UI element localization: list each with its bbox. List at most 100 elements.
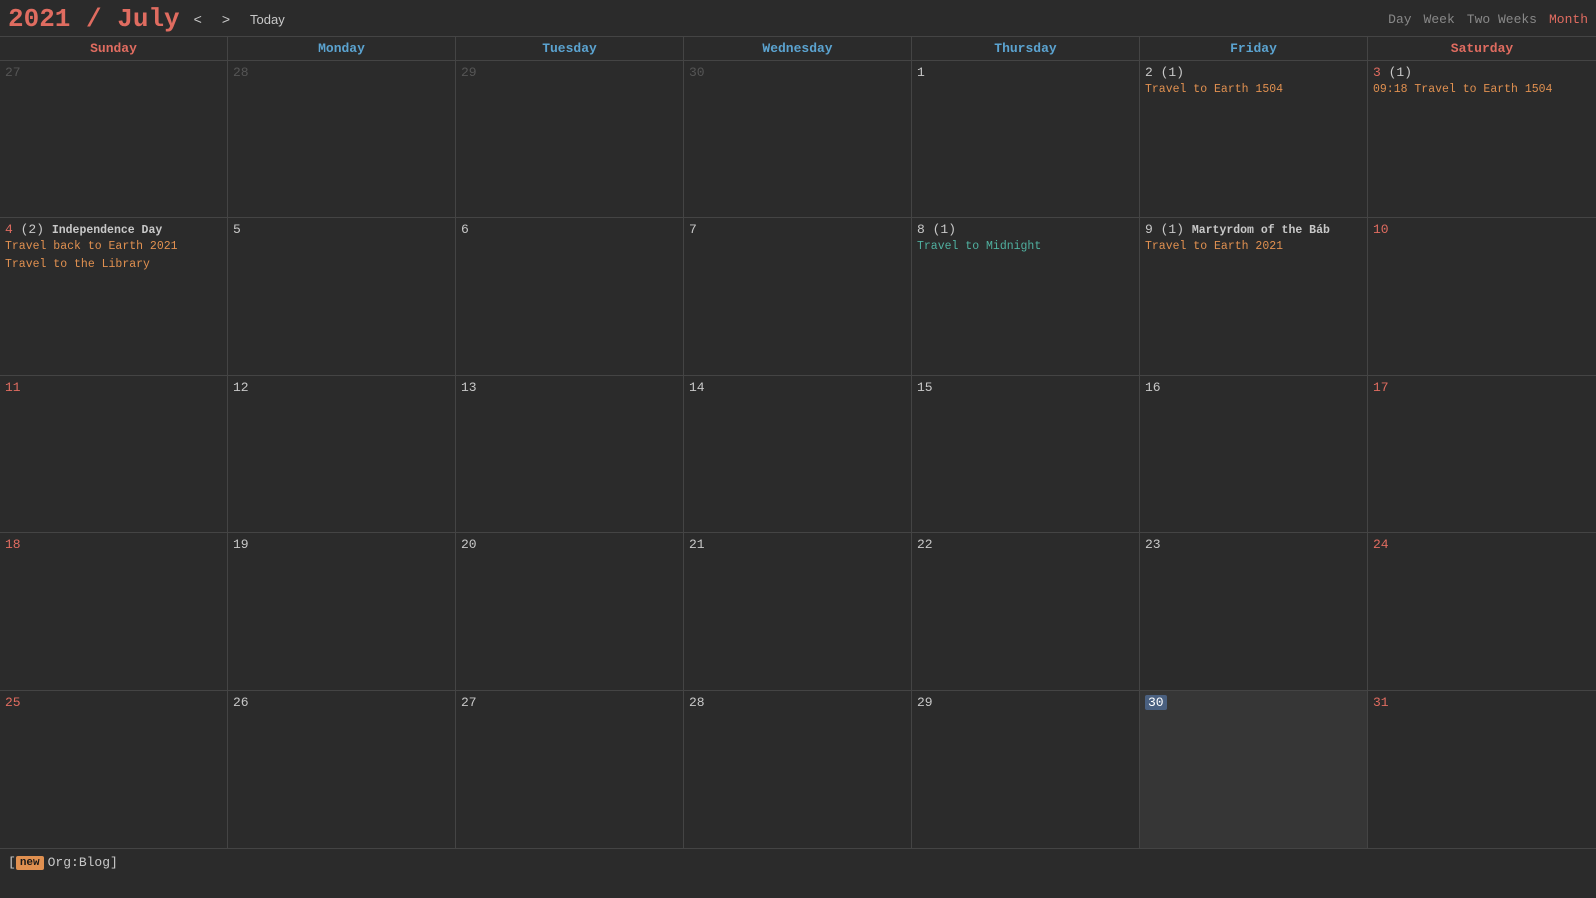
day-number: 9 <box>1145 222 1153 237</box>
cell-jul8[interactable]: 8 (1) Travel to Midnight <box>912 218 1140 374</box>
cell-jul25[interactable]: 25 <box>0 691 228 848</box>
day-number: 6 <box>461 222 469 237</box>
day-number: 5 <box>233 222 241 237</box>
footer-bracket-open: [ <box>8 855 16 870</box>
cell-jul7[interactable]: 7 <box>684 218 912 374</box>
day-number: 15 <box>917 380 933 395</box>
cell-jul17[interactable]: 17 <box>1368 376 1596 532</box>
day-number: 7 <box>689 222 697 237</box>
week-4: 18 19 20 21 22 23 24 <box>0 533 1596 690</box>
header-saturday: Saturday <box>1368 37 1596 60</box>
cell-jul19[interactable]: 19 <box>228 533 456 689</box>
today-button[interactable]: Today <box>244 10 291 29</box>
cell-jul3[interactable]: 3 (1) 09:18 Travel to Earth 1504 <box>1368 61 1596 217</box>
day-number: 21 <box>689 537 705 552</box>
event-count: (1) <box>1161 65 1184 80</box>
cell-jul23[interactable]: 23 <box>1140 533 1368 689</box>
day-number: 3 <box>1373 65 1381 80</box>
day-number: 12 <box>233 380 249 395</box>
view-month-button[interactable]: Month <box>1549 12 1588 27</box>
day-number: 17 <box>1373 380 1389 395</box>
day-number-today: 30 <box>1145 695 1167 710</box>
day-headers: Sunday Monday Tuesday Wednesday Thursday… <box>0 36 1596 61</box>
cell-jul18[interactable]: 18 <box>0 533 228 689</box>
cell-jul29[interactable]: 29 <box>912 691 1140 848</box>
day-number: 29 <box>917 695 933 710</box>
day-number: 19 <box>233 537 249 552</box>
calendar: Sunday Monday Tuesday Wednesday Thursday… <box>0 36 1596 848</box>
cell-jul12[interactable]: 12 <box>228 376 456 532</box>
header-left: 2021 / July < > Today <box>8 4 291 34</box>
calendar-title: 2021 / July <box>8 4 180 34</box>
day-number: 28 <box>689 695 705 710</box>
cell-jun30[interactable]: 30 <box>684 61 912 217</box>
view-controls: Day Week Two Weeks Month <box>1388 12 1588 27</box>
day-number: 4 <box>5 222 13 237</box>
day-number: 18 <box>5 537 21 552</box>
view-week-button[interactable]: Week <box>1424 12 1455 27</box>
day-number: 31 <box>1373 695 1389 710</box>
cell-jul16[interactable]: 16 <box>1140 376 1368 532</box>
calendar-grid: 27 28 29 30 1 2 (1) Travel to Earth 1504… <box>0 61 1596 848</box>
cell-jul1[interactable]: 1 <box>912 61 1140 217</box>
day-number: 28 <box>233 65 249 80</box>
week-2: 4 (2) Independence Day Travel back to Ea… <box>0 218 1596 375</box>
cell-jul10[interactable]: 10 <box>1368 218 1596 374</box>
view-day-button[interactable]: Day <box>1388 12 1411 27</box>
event-travel-earth-1504-sat[interactable]: 09:18 Travel to Earth 1504 <box>1373 82 1591 98</box>
footer: [ new Org:Blog] <box>0 848 1596 876</box>
cell-jun29[interactable]: 29 <box>456 61 684 217</box>
cell-jul9[interactable]: 9 (1) Martyrdom of the Báb Travel to Ear… <box>1140 218 1368 374</box>
day-number: 1 <box>917 65 925 80</box>
day-number: 30 <box>689 65 705 80</box>
day-number: 23 <box>1145 537 1161 552</box>
title-year: 2021 <box>8 4 70 34</box>
prev-button[interactable]: < <box>188 9 208 29</box>
event-label: Martyrdom of the Báb <box>1192 224 1330 237</box>
header-monday: Monday <box>228 37 456 60</box>
event-travel-earth-2021[interactable]: Travel to Earth 2021 <box>1145 239 1362 255</box>
cell-jul6[interactable]: 6 <box>456 218 684 374</box>
day-number: 27 <box>461 695 477 710</box>
day-number: 8 <box>917 222 925 237</box>
cell-jun28[interactable]: 28 <box>228 61 456 217</box>
event-travel-back-earth[interactable]: Travel back to Earth 2021 <box>5 239 222 255</box>
cell-jul24[interactable]: 24 <box>1368 533 1596 689</box>
event-travel-midnight[interactable]: Travel to Midnight <box>917 239 1134 255</box>
event-travel-library[interactable]: Travel to the Library <box>5 257 222 273</box>
cell-jul14[interactable]: 14 <box>684 376 912 532</box>
cell-jun27[interactable]: 27 <box>0 61 228 217</box>
next-button[interactable]: > <box>216 9 236 29</box>
cell-jul28[interactable]: 28 <box>684 691 912 848</box>
day-number: 24 <box>1373 537 1389 552</box>
day-number: 11 <box>5 380 21 395</box>
cell-jul31[interactable]: 31 <box>1368 691 1596 848</box>
day-number: 26 <box>233 695 249 710</box>
view-twoweeks-button[interactable]: Two Weeks <box>1467 12 1537 27</box>
calendar-header: 2021 / July < > Today Day Week Two Weeks… <box>0 0 1596 36</box>
cell-jul13[interactable]: 13 <box>456 376 684 532</box>
cell-jul5[interactable]: 5 <box>228 218 456 374</box>
cell-jul15[interactable]: 15 <box>912 376 1140 532</box>
day-number: 20 <box>461 537 477 552</box>
cell-jul26[interactable]: 26 <box>228 691 456 848</box>
day-number: 16 <box>1145 380 1161 395</box>
header-sunday: Sunday <box>0 37 228 60</box>
cell-jul27b[interactable]: 27 <box>456 691 684 848</box>
header-thursday: Thursday <box>912 37 1140 60</box>
week-3: 11 12 13 14 15 16 17 <box>0 376 1596 533</box>
cell-jul4[interactable]: 4 (2) Independence Day Travel back to Ea… <box>0 218 228 374</box>
cell-jul21[interactable]: 21 <box>684 533 912 689</box>
day-number: 2 <box>1145 65 1153 80</box>
event-travel-earth-1504-fri[interactable]: Travel to Earth 1504 <box>1145 82 1362 98</box>
day-number: 29 <box>461 65 477 80</box>
cell-jul11[interactable]: 11 <box>0 376 228 532</box>
cell-jul20[interactable]: 20 <box>456 533 684 689</box>
title-month: July <box>117 4 179 34</box>
event-count: (1) <box>1389 65 1412 80</box>
day-number: 13 <box>461 380 477 395</box>
cell-jul22[interactable]: 22 <box>912 533 1140 689</box>
cell-jul2[interactable]: 2 (1) Travel to Earth 1504 <box>1140 61 1368 217</box>
week-1: 27 28 29 30 1 2 (1) Travel to Earth 1504… <box>0 61 1596 218</box>
cell-jul30-today[interactable]: 30 <box>1140 691 1368 848</box>
